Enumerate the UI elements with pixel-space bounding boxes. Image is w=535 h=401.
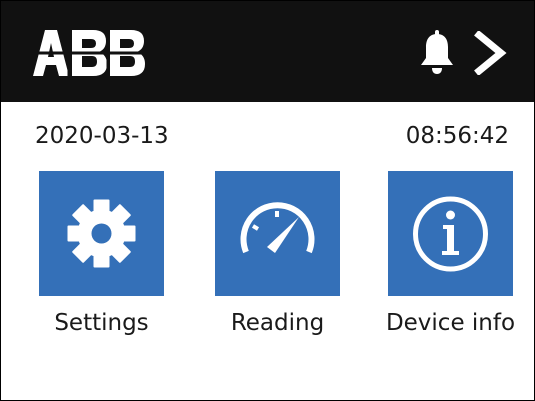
chevron-right-icon[interactable] <box>471 31 511 75</box>
reading-button[interactable] <box>215 171 340 296</box>
settings-button[interactable] <box>39 171 164 296</box>
device-info-label: Device info <box>385 310 516 336</box>
time-display: 08:56:42 <box>405 123 509 149</box>
header-bar <box>1 1 534 102</box>
gear-icon <box>67 199 136 268</box>
date-display: 2020-03-13 <box>35 123 169 149</box>
device-screen: 2020-03-13 08:56:42 Settings Reading Dev… <box>0 0 535 401</box>
settings-label: Settings <box>54 310 149 336</box>
device-info-button[interactable] <box>388 171 513 296</box>
bell-icon[interactable] <box>419 29 455 75</box>
abb-logo <box>31 29 147 77</box>
